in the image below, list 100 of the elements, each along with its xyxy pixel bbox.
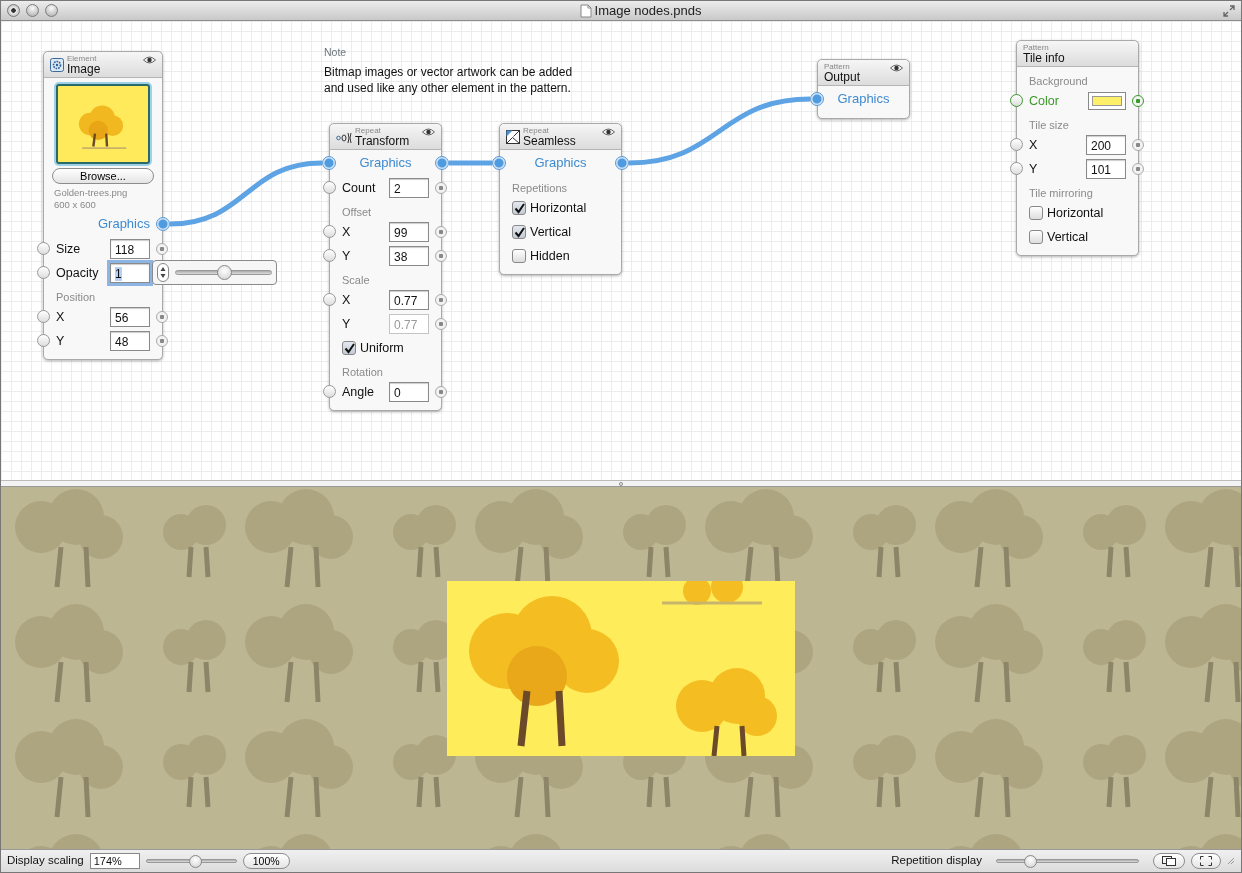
window-control-button[interactable] [7,4,20,17]
number-field[interactable]: 2 [389,178,429,198]
fullscreen-button[interactable] [1191,853,1221,870]
port-connector[interactable] [492,156,506,170]
checkbox[interactable] [512,225,526,239]
circle-sequence-icon [336,130,352,144]
eye-icon[interactable] [890,64,903,72]
number-field[interactable]: 101 [1086,159,1126,179]
field-label: Y [342,315,352,333]
eye-icon[interactable] [422,128,435,136]
port-label: Graphics [359,154,412,173]
windows-icon [1162,856,1176,867]
port-connector[interactable] [156,311,168,323]
port-connector[interactable] [323,385,336,398]
field-label: Y [1029,160,1039,178]
port-connector[interactable] [435,156,449,170]
color-well[interactable] [1088,92,1126,110]
port-connector[interactable] [1132,163,1144,175]
number-field[interactable]: 48 [110,331,150,351]
port-label: Graphics [97,215,150,234]
port-connector[interactable] [435,250,447,262]
number-field[interactable]: 0 [389,382,429,402]
number-field[interactable]: 0.77 [389,290,429,310]
checkbox-label: Vertical [530,223,572,241]
number-field[interactable]: 38 [389,246,429,266]
slider-thumb[interactable] [1023,855,1037,869]
window-title: Image nodes.pnds [594,1,702,20]
field-label: Angle [342,383,375,401]
checkbox-label: Horizontal [530,199,588,217]
eye-icon[interactable] [602,128,615,136]
resize-grip-icon[interactable] [1227,857,1235,866]
file-info: Golden-trees.png [54,187,128,199]
browse-button[interactable]: Browse... [52,168,154,184]
field-label: X [342,291,352,309]
port-connector[interactable] [323,249,336,262]
node-category: Pattern [824,62,851,71]
port-connector[interactable] [323,293,336,306]
section-label: Offset [342,204,372,220]
slider-thumb[interactable] [188,855,202,869]
note-heading: Note [324,45,348,60]
port-connector[interactable] [37,266,50,279]
checkbox[interactable] [1029,230,1043,244]
number-field[interactable]: 1 [110,263,150,283]
number-field[interactable]: 118 [110,239,150,259]
eye-icon[interactable] [143,56,156,64]
scaling-field[interactable]: 174% [89,853,140,870]
stepper-control[interactable] [157,263,169,282]
port-connector[interactable] [37,242,50,255]
checkbox-label: Hidden [530,247,571,265]
gear-icon [50,58,64,72]
number-field[interactable]: 200 [1086,135,1126,155]
node-category: Repeat [523,126,550,135]
port-connector[interactable] [435,386,447,398]
number-field[interactable]: 99 [389,222,429,242]
section-label: Repetitions [512,180,568,196]
port-connector[interactable] [435,226,447,238]
port-connector[interactable] [156,217,170,231]
port-connector[interactable] [1132,139,1144,151]
node-title: Seamless [523,135,576,148]
slider-thumb[interactable] [216,265,232,280]
node-title: Output [824,71,861,84]
port-connector[interactable] [1010,162,1023,175]
field-label: Count [342,179,377,197]
fullscreen-icon[interactable] [1223,4,1235,17]
port-connector[interactable] [810,92,824,106]
checkbox[interactable] [342,341,356,355]
port-label: Graphics [837,90,890,109]
field-label: X [56,308,66,326]
port-connector[interactable] [615,156,629,170]
number-field[interactable]: 56 [110,307,150,327]
port-connector[interactable] [1010,94,1023,107]
port-connector[interactable] [37,334,50,347]
fullscreen-icon [1200,856,1212,867]
section-label: Position [56,289,96,305]
window-mode-button[interactable] [1153,853,1185,870]
node-title: Transform [355,135,410,148]
port-connector[interactable] [435,294,447,306]
field-label: Size [56,240,82,258]
checkbox[interactable] [512,201,526,215]
field-label: Color [1029,92,1060,110]
connection-wire [449,160,492,166]
port-connector[interactable] [1132,95,1144,107]
checkbox[interactable] [512,249,526,263]
port-connector[interactable] [435,182,447,194]
checkbox-label: Uniform [360,339,405,357]
field-label: X [1029,136,1039,154]
port-connector[interactable] [322,156,336,170]
node-title: Tile info [1023,52,1065,65]
section-label: Rotation [342,364,383,380]
checkbox[interactable] [1029,206,1043,220]
port-connector[interactable] [323,181,336,194]
port-connector[interactable] [1010,138,1023,151]
reset-zoom-button[interactable]: 100% [242,853,290,870]
port-connector[interactable] [156,243,168,255]
node-category: Repeat [355,126,382,135]
port-connector[interactable] [156,335,168,347]
section-label: Tile mirroring [1029,185,1093,201]
port-label: Graphics [534,154,587,173]
port-connector[interactable] [37,310,50,323]
port-connector[interactable] [323,225,336,238]
